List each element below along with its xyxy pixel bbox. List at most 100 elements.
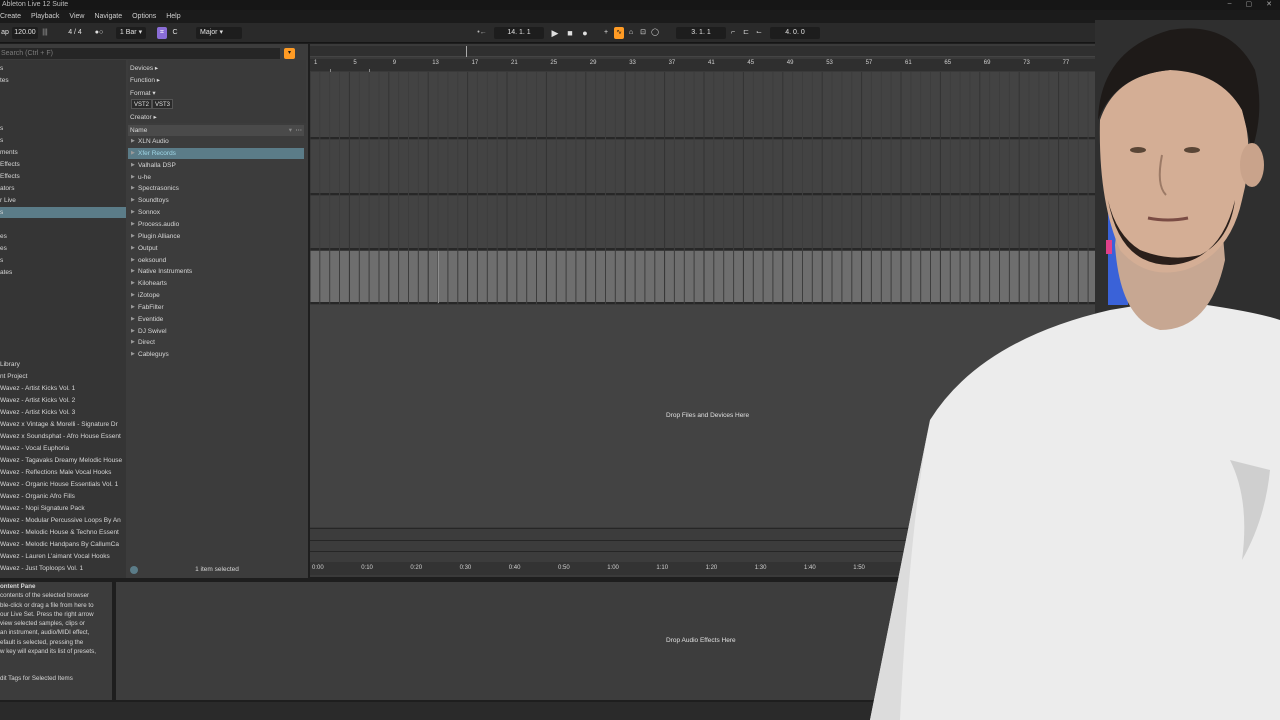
sort-icon[interactable]: ▾: [289, 125, 292, 136]
column-options-icon[interactable]: ⋯: [296, 125, 303, 136]
plugin-folder-item[interactable]: ▶ Direct: [128, 337, 304, 348]
follow-icon[interactable]: •←: [474, 27, 490, 39]
filter-creator[interactable]: Creator ▸: [130, 113, 157, 121]
plugin-folder-item[interactable]: ▶ XLN Audio: [128, 136, 304, 147]
plugin-folder-item[interactable]: ▶ Cableguys: [128, 349, 304, 360]
expand-triangle-icon[interactable]: ▶: [131, 231, 135, 242]
menu-help[interactable]: Help: [166, 10, 180, 23]
plugin-folder-item[interactable]: ▶ Native Instruments: [128, 266, 304, 277]
sidebar-item[interactable]: Effects: [0, 171, 126, 182]
play-icon[interactable]: ▶: [550, 27, 560, 39]
sidebar-item[interactable]: [0, 279, 126, 290]
sidebar-item[interactable]: s: [0, 63, 126, 74]
expand-triangle-icon[interactable]: ▶: [131, 136, 135, 147]
sidebar-item[interactable]: Wavez - Organic Afro Fills: [0, 491, 126, 502]
sidebar-item[interactable]: [0, 219, 126, 230]
sidebar-item[interactable]: Wavez - Artist Kicks Vol. 2: [0, 395, 126, 406]
plugin-folder-item[interactable]: ▶ Eventide: [128, 314, 304, 325]
tap-tempo-button[interactable]: ap: [0, 27, 10, 39]
name-column-header[interactable]: Name ▾ ⋯: [128, 125, 304, 136]
plugin-folder-item[interactable]: ▶ Output: [128, 243, 304, 254]
menu-options[interactable]: Options: [132, 10, 156, 23]
expand-triangle-icon[interactable]: ▶: [131, 172, 135, 183]
filter-function[interactable]: Function ▸: [130, 76, 160, 84]
plugin-folder-item[interactable]: ▶ FabFilter: [128, 302, 304, 313]
tempo-field[interactable]: 120.00: [12, 27, 38, 39]
capture-icon[interactable]: ⌂: [626, 27, 636, 39]
expand-triangle-icon[interactable]: ▶: [131, 302, 135, 313]
menu-navigate[interactable]: Navigate: [94, 10, 122, 23]
record-icon[interactable]: ●: [580, 27, 590, 39]
scale-mode-icon[interactable]: ⌗: [157, 27, 167, 39]
automation-arm-icon[interactable]: ∿: [614, 27, 624, 39]
sidebar-item[interactable]: s: [0, 123, 126, 134]
loop-length-field[interactable]: 4. 0. 0: [770, 27, 820, 39]
expand-triangle-icon[interactable]: ▶: [131, 219, 135, 230]
expand-triangle-icon[interactable]: ▶: [131, 195, 135, 206]
expand-triangle-icon[interactable]: ▶: [131, 337, 135, 348]
expand-triangle-icon[interactable]: ▶: [131, 314, 135, 325]
edit-tags-link[interactable]: dit Tags for Selected Items: [0, 674, 112, 683]
sidebar-item[interactable]: Wavez - Just Toploops Vol. 1: [0, 563, 126, 574]
expand-triangle-icon[interactable]: ▶: [131, 183, 135, 194]
filter-format[interactable]: Format ▾: [130, 89, 156, 97]
sidebar-item[interactable]: Effects: [0, 159, 126, 170]
plugin-folder-item[interactable]: ▶ Xfer Records: [128, 147, 304, 159]
expand-triangle-icon[interactable]: ▶: [131, 160, 135, 171]
sidebar-item[interactable]: Wavez - Vocal Euphoria: [0, 443, 126, 454]
plugin-folder-item[interactable]: ▶ Valhalla DSP: [128, 160, 304, 171]
plugin-folder-item[interactable]: ▶ Plugin Alliance: [128, 231, 304, 242]
plugin-folder-item[interactable]: ▶ oeksound: [128, 255, 304, 266]
menu-playback[interactable]: Playback: [31, 10, 59, 23]
loop-start-field[interactable]: 3. 1. 1: [676, 27, 726, 39]
punch-out-icon[interactable]: ⌙: [754, 27, 764, 39]
sidebar-item[interactable]: Wavez - Nopi Signature Pack: [0, 503, 126, 514]
sidebar-item[interactable]: [0, 327, 126, 338]
sidebar-item[interactable]: [0, 339, 126, 350]
song-position-field[interactable]: 14. 1. 1: [494, 27, 544, 39]
sidebar-item[interactable]: Wavez - Reflections Male Vocal Hooks: [0, 467, 126, 478]
sidebar-item[interactable]: [0, 303, 126, 314]
plugin-folder-item[interactable]: ▶ DJ Swivel: [128, 326, 304, 337]
sidebar-item[interactable]: Wavez - Melodic Handpans By CallumCa: [0, 539, 126, 550]
sidebar-item[interactable]: ments: [0, 147, 126, 158]
expand-triangle-icon[interactable]: ▶: [131, 349, 135, 360]
nudge-icon[interactable]: |||: [40, 27, 50, 39]
plugin-folder-item[interactable]: ▶ Kilohearts: [128, 278, 304, 289]
sidebar-item[interactable]: [0, 315, 126, 326]
scale-dropdown[interactable]: Major ▾: [196, 27, 242, 39]
time-signature-field[interactable]: 4 / 4: [64, 27, 86, 39]
sidebar-item[interactable]: nt Project: [0, 371, 126, 382]
sidebar-item[interactable]: tes: [0, 75, 126, 86]
sidebar-item[interactable]: Wavez - Tagavaks Dreamy Melodic House: [0, 455, 126, 466]
tag-vst2[interactable]: VST2: [131, 99, 153, 109]
expand-triangle-icon[interactable]: ▶: [131, 255, 135, 266]
expand-triangle-icon[interactable]: ▶: [131, 148, 135, 159]
plugin-folder-item[interactable]: ▶ iZotope: [128, 290, 304, 301]
sidebar-item[interactable]: [0, 99, 126, 110]
plugin-folder-item[interactable]: ▶ u-he: [128, 172, 304, 183]
expand-triangle-icon[interactable]: ▶: [131, 290, 135, 301]
sidebar-item[interactable]: Library: [0, 359, 126, 370]
preview-icon[interactable]: [130, 566, 138, 574]
sidebar-item[interactable]: es: [0, 243, 126, 254]
sidebar-item[interactable]: Wavez - Organic House Essentials Vol. 1: [0, 479, 126, 490]
quantize-dropdown[interactable]: 1 Bar ▾: [116, 27, 146, 39]
sidebar-item[interactable]: ates: [0, 267, 126, 278]
key-field[interactable]: C: [170, 27, 180, 39]
sidebar-item[interactable]: Wavez x Vintage & Morelli - Signature Dr: [0, 419, 126, 430]
sidebar-item[interactable]: ators: [0, 183, 126, 194]
overdub-icon[interactable]: +: [602, 27, 610, 39]
plugin-folder-item[interactable]: ▶ Sonnox: [128, 207, 304, 218]
expand-triangle-icon[interactable]: ▶: [131, 326, 135, 337]
sidebar-item[interactable]: [0, 291, 126, 302]
expand-triangle-icon[interactable]: ▶: [131, 207, 135, 218]
plugin-folder-item[interactable]: ▶ Soundtoys: [128, 195, 304, 206]
filter-devices[interactable]: Devices ▸: [130, 64, 158, 72]
sidebar-item[interactable]: r Live: [0, 195, 126, 206]
plugin-folder-item[interactable]: ▶ Process.audio: [128, 219, 304, 230]
expand-triangle-icon[interactable]: ▶: [131, 278, 135, 289]
sidebar-item[interactable]: Wavez - Lauren L'aimant Vocal Hooks: [0, 551, 126, 562]
sidebar-item[interactable]: Wavez x Soundsphat - Afro House Essent: [0, 431, 126, 442]
sidebar-item[interactable]: es: [0, 231, 126, 242]
